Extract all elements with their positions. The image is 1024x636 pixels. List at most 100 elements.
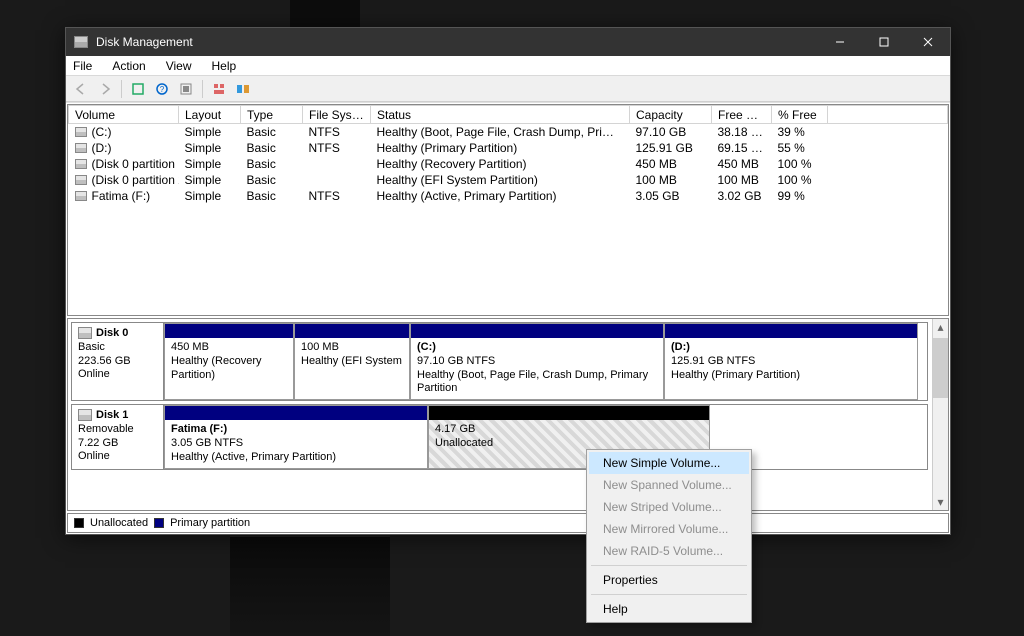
column-headers[interactable]: Volume Layout Type File System Status Ca… [69,106,948,124]
app-icon [74,36,88,48]
partition[interactable]: Fatima (F:)3.05 GB NTFSHealthy (Active, … [164,405,428,469]
menu-action[interactable]: Action [109,58,148,74]
drive-icon [75,127,87,137]
table-row[interactable]: (C:) SimpleBasicNTFSHealthy (Boot, Page F… [69,124,948,141]
cell-pct: 39 % [772,124,828,141]
context-menu[interactable]: New Simple Volume... New Spanned Volume.… [586,449,752,623]
disk-label[interactable]: Disk 1Removable7.22 GBOnline [72,405,164,469]
cell-pct: 55 % [772,140,828,156]
disk-row: Disk 0Basic223.56 GBOnline450 MBHealthy … [71,322,928,401]
menu-file[interactable]: File [70,58,95,74]
ctx-new-raid5-volume: New RAID-5 Volume... [589,540,749,562]
disk-label[interactable]: Disk 0Basic223.56 GBOnline [72,323,164,400]
col-capacity[interactable]: Capacity [630,106,712,124]
col-status[interactable]: Status [371,106,630,124]
partition[interactable]: 450 MBHealthy (Recovery Partition) [164,323,294,400]
toolbar: ? [66,76,950,102]
cell-type: Basic [241,172,303,188]
table-row[interactable]: (Disk 0 partition 2)SimpleBasic Healthy (… [69,172,948,188]
window-title: Disk Management [96,35,193,49]
cell-fs [303,172,371,188]
back-button[interactable] [70,78,92,100]
cell-free: 38.18 GB [712,124,772,141]
cell-fs [303,156,371,172]
cell-pct: 99 % [772,188,828,204]
menu-help[interactable]: Help [209,58,240,74]
cell-capacity: 3.05 GB [630,188,712,204]
col-filesystem[interactable]: File System [303,106,371,124]
ctx-properties[interactable]: Properties [589,569,749,591]
cell-status: Healthy (EFI System Partition) [371,172,630,188]
settings-toolbar-button[interactable] [175,78,197,100]
cell-capacity: 125.91 GB [630,140,712,156]
cell-capacity: 450 MB [630,156,712,172]
cell-capacity: 100 MB [630,172,712,188]
drive-icon [75,175,87,185]
disk-row: Disk 1Removable7.22 GBOnlineFatima (F:)3… [71,404,928,470]
svg-text:?: ? [160,85,165,94]
volume-name: (D:) [92,141,112,155]
disk-graphical-view: Disk 0Basic223.56 GBOnline450 MBHealthy … [67,318,949,511]
cell-layout: Simple [179,124,241,141]
legend: Unallocated Primary partition [67,513,949,533]
volume-name: (Disk 0 partition 2) [92,173,179,187]
cell-free: 450 MB [712,156,772,172]
cell-layout: Simple [179,156,241,172]
disk-icon [78,409,92,421]
table-row[interactable]: (D:)SimpleBasicNTFSHealthy (Primary Part… [69,140,948,156]
volume-name: (C:) [92,125,112,139]
table-row[interactable]: (Disk 0 partition 1)SimpleBasic Healthy (… [69,156,948,172]
cell-pct: 100 % [772,156,828,172]
content-area: Volume Layout Type File System Status Ca… [66,102,950,534]
detail-view-button[interactable] [232,78,254,100]
partition[interactable]: 100 MBHealthy (EFI System [294,323,410,400]
cell-layout: Simple [179,140,241,156]
cell-type: Basic [241,140,303,156]
col-layout[interactable]: Layout [179,106,241,124]
cell-layout: Simple [179,172,241,188]
ctx-help[interactable]: Help [589,598,749,620]
cell-type: Basic [241,124,303,141]
volume-name: (Disk 0 partition 1) [92,157,179,171]
cell-capacity: 97.10 GB [630,124,712,141]
refresh-button[interactable] [127,78,149,100]
cell-status: Healthy (Boot, Page File, Crash Dump, Pr… [371,124,630,141]
col-type[interactable]: Type [241,106,303,124]
partition[interactable]: (C:)97.10 GB NTFSHealthy (Boot, Page Fil… [410,323,664,400]
cell-fs: NTFS [303,188,371,204]
forward-button[interactable] [94,78,116,100]
col-freespace[interactable]: Free Spa... [712,106,772,124]
volume-list[interactable]: Volume Layout Type File System Status Ca… [67,104,949,316]
ctx-new-simple-volume[interactable]: New Simple Volume... [589,452,749,474]
minimize-button[interactable] [818,28,862,56]
maximize-button[interactable] [862,28,906,56]
cell-free: 100 MB [712,172,772,188]
menu-view[interactable]: View [163,58,195,74]
legend-unallocated: Unallocated [90,517,148,529]
help-toolbar-button[interactable]: ? [151,78,173,100]
cell-status: Healthy (Recovery Partition) [371,156,630,172]
vertical-scrollbar[interactable]: ▴ ▾ [932,319,948,510]
legend-swatch-unallocated [74,518,84,528]
partition[interactable]: (D:)125.91 GB NTFSHealthy (Primary Parti… [664,323,918,400]
cell-status: Healthy (Primary Partition) [371,140,630,156]
disk-icon [78,327,92,339]
titlebar[interactable]: Disk Management [66,28,950,56]
col-pctfree[interactable]: % Free [772,106,828,124]
drive-icon [75,143,87,153]
cell-free: 3.02 GB [712,188,772,204]
list-view-button[interactable] [208,78,230,100]
volume-name: Fatima (F:) [92,189,151,203]
cell-fs: NTFS [303,124,371,141]
cell-type: Basic [241,188,303,204]
table-row[interactable]: Fatima (F:) SimpleBasicNTFSHealthy (Activ… [69,188,948,204]
legend-swatch-primary [154,518,164,528]
cell-layout: Simple [179,188,241,204]
ctx-new-striped-volume: New Striped Volume... [589,496,749,518]
legend-primary: Primary partition [170,517,250,529]
close-button[interactable] [906,28,950,56]
col-volume[interactable]: Volume [69,106,179,124]
cell-status: Healthy (Active, Primary Partition) [371,188,630,204]
ctx-new-spanned-volume: New Spanned Volume... [589,474,749,496]
cell-type: Basic [241,156,303,172]
